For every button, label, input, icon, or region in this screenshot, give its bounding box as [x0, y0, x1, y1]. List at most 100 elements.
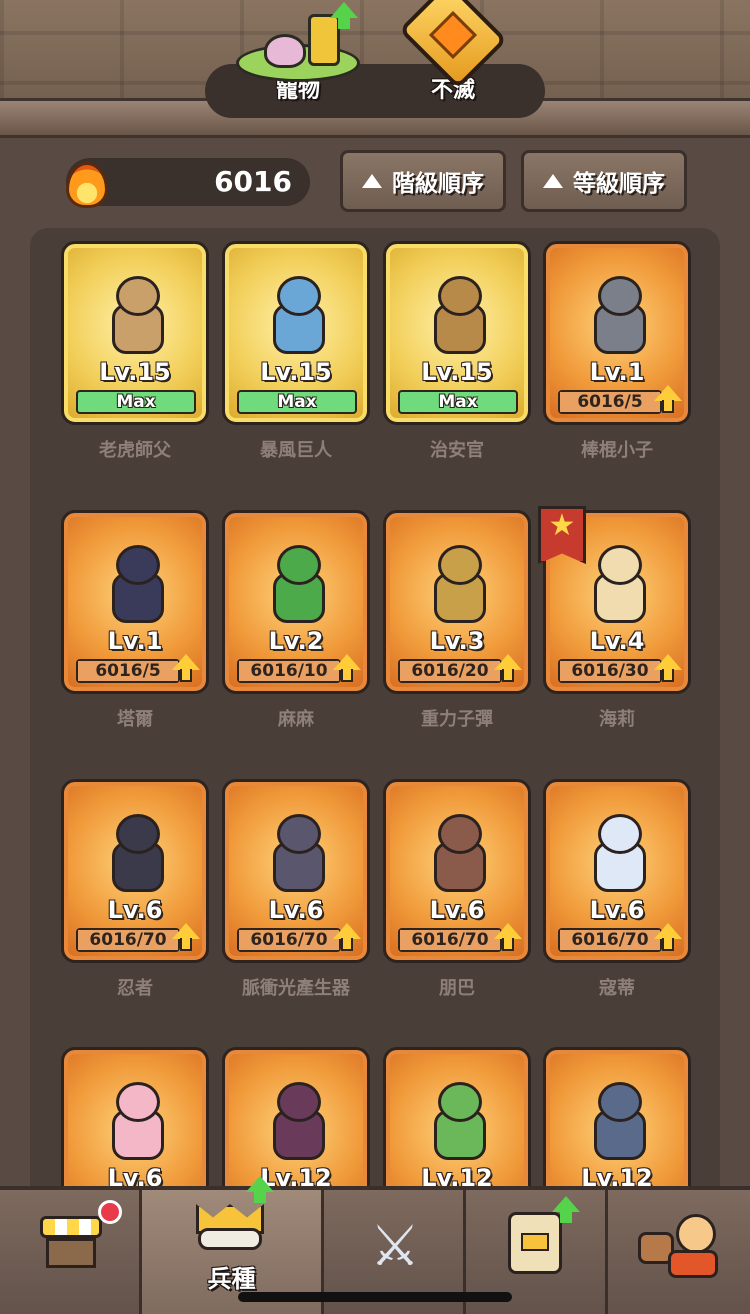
hero-progress-bar: 6016/70	[237, 928, 341, 952]
notification-badge	[98, 1200, 122, 1224]
nav-guild[interactable]	[608, 1190, 750, 1314]
tab-immortal[interactable]: 不滅	[393, 0, 513, 110]
hero-progress-text: 6016/70	[89, 930, 167, 950]
triangle-up-icon	[543, 174, 563, 188]
hero-portrait	[420, 270, 500, 358]
hero-portrait	[98, 1076, 178, 1164]
resource-value: 6016	[214, 165, 292, 198]
hero-name: 海莉	[599, 709, 635, 730]
nav-heroes-label: 兵種	[207, 1265, 256, 1293]
sort-by-level-button[interactable]: 等級順序	[521, 150, 687, 212]
hero-level: Lv.1	[107, 627, 163, 655]
hero-progress-text: 6016/30	[571, 661, 649, 681]
hero-card[interactable]: Lv.1 6016/5	[543, 241, 691, 425]
hero-card[interactable]: Lv.1 6016/5	[61, 510, 209, 694]
characters-icon	[638, 1210, 722, 1278]
hero-card[interactable]: Lv.6 6016/70	[383, 779, 531, 963]
upgrade-arrow-icon	[172, 923, 200, 953]
upgrade-arrow-icon	[654, 923, 682, 953]
upgrade-arrow-icon	[172, 654, 200, 684]
pet-habitat-icon	[236, 14, 360, 82]
hero-progress-bar: 6016/70	[398, 928, 502, 952]
upgrade-arrow-icon	[330, 2, 358, 29]
hero-portrait	[580, 808, 660, 896]
hero-progress-bar: 6016/70	[558, 928, 662, 952]
hero-progress-text: 6016/70	[250, 930, 328, 950]
hero-name: 暴風巨人	[260, 440, 332, 461]
upgrade-arrow-icon	[333, 654, 361, 684]
crossed-swords-icon: ⚔	[369, 1214, 421, 1279]
hero-progress-bar: 6016/10	[237, 659, 341, 683]
triangle-up-icon	[362, 174, 382, 188]
hero-progress-text: 6016/70	[411, 930, 489, 950]
home-indicator	[238, 1292, 512, 1302]
hero-progress-text: 6016/20	[411, 661, 489, 681]
upgrade-arrow-icon	[333, 923, 361, 953]
hero-portrait	[98, 539, 178, 627]
shop-stall-icon	[40, 1216, 102, 1274]
sort-by-level-label: 等級順序	[573, 171, 665, 197]
hero-level: Lv.6	[589, 896, 645, 924]
upgrade-arrow-icon	[494, 654, 522, 684]
hero-name: 寇蒂	[599, 978, 635, 999]
flame-icon	[62, 152, 112, 210]
hero-portrait	[259, 1076, 339, 1164]
hero-name: 棒棍小子	[581, 440, 653, 461]
hero-level: Lv.6	[429, 896, 485, 924]
upgrade-arrow-icon	[246, 1176, 274, 1203]
hero-portrait	[259, 539, 339, 627]
hero-portrait	[580, 539, 660, 627]
hero-card[interactable]: Lv.3 6016/20	[383, 510, 531, 694]
hero-progress-text: Max	[438, 392, 478, 412]
hero-progress-bar: Max	[237, 390, 357, 414]
hero-card[interactable]: Lv.6 6016/70	[222, 779, 370, 963]
star-icon: ★	[548, 508, 576, 543]
hero-progress-text: Max	[116, 392, 156, 412]
hero-name: 脈衝光產生器	[242, 978, 350, 999]
hero-name: 忍者	[117, 978, 153, 999]
hero-portrait	[98, 808, 178, 896]
hero-progress-text: 6016/10	[250, 661, 328, 681]
hero-name: 朋巴	[439, 978, 475, 999]
hero-progress-bar: 6016/30	[558, 659, 662, 683]
hero-portrait	[420, 808, 500, 896]
hero-level: Lv.15	[421, 358, 493, 386]
card-icon	[508, 1212, 562, 1274]
hero-level: Lv.1	[589, 358, 645, 386]
hero-portrait	[98, 270, 178, 358]
upgrade-arrow-icon	[494, 923, 522, 953]
hero-progress-bar: Max	[398, 390, 518, 414]
hero-card[interactable]: Lv.6 6016/70	[61, 779, 209, 963]
hero-name: 重力子彈	[421, 709, 493, 730]
hero-level: Lv.15	[260, 358, 332, 386]
hero-card[interactable]: Lv.2 6016/10	[222, 510, 370, 694]
hero-portrait	[259, 270, 339, 358]
hero-level: Lv.15	[99, 358, 171, 386]
hero-progress-text: 6016/70	[571, 930, 649, 950]
hero-portrait	[420, 539, 500, 627]
upgrade-arrow-icon	[654, 385, 682, 415]
upgrade-arrow-icon	[552, 1196, 580, 1223]
hero-progress-bar: 6016/5	[558, 390, 662, 414]
hero-portrait	[580, 270, 660, 358]
hero-portrait	[259, 808, 339, 896]
upgrade-arrow-icon	[654, 654, 682, 684]
hero-progress-text: Max	[277, 392, 317, 412]
immortal-gem-icon	[398, 0, 508, 90]
sort-by-rarity-label: 階級順序	[392, 171, 484, 197]
hero-level: Lv.2	[268, 627, 324, 655]
hero-name: 治安官	[430, 440, 484, 461]
sort-by-rarity-button[interactable]: 階級順序	[340, 150, 506, 212]
hero-level: Lv.6	[107, 896, 163, 924]
hero-card[interactable]: Lv.15 Max	[222, 241, 370, 425]
hero-card[interactable]: Lv.15 Max	[383, 241, 531, 425]
hero-progress-bar: 6016/70	[76, 928, 180, 952]
hero-card[interactable]: Lv.15 Max	[61, 241, 209, 425]
hero-level: Lv.3	[429, 627, 485, 655]
hero-name: 老虎師父	[99, 440, 171, 461]
hero-portrait	[580, 1076, 660, 1164]
hero-portrait	[420, 1076, 500, 1164]
hero-progress-bar: 6016/20	[398, 659, 502, 683]
hero-card[interactable]: Lv.6 6016/70	[543, 779, 691, 963]
hero-progress-bar: 6016/5	[76, 659, 180, 683]
